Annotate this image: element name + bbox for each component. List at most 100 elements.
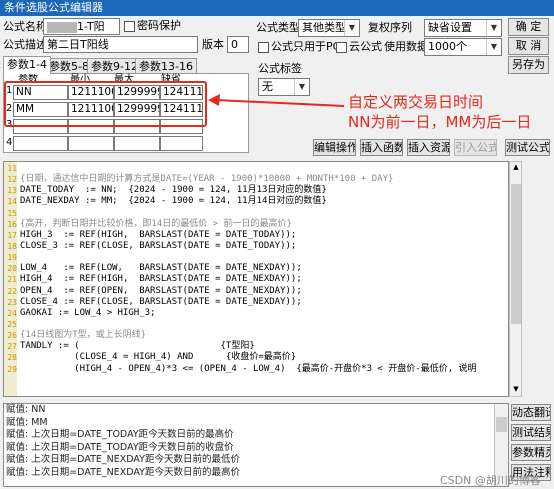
output-line: 赋值: 上次日期=DATE_TODAY距今天数日前的收盘价 (6, 441, 234, 453)
scroll-up-icon[interactable]: ▲ (511, 162, 521, 172)
tab-params-5-8[interactable]: 参数5-8 (45, 58, 93, 74)
code-line: 25 (4, 319, 508, 330)
code-text: TANDLY := ( {T型阳} (20, 341, 255, 352)
formula-type-select[interactable]: 其他类型 ▼ (298, 19, 360, 37)
line-number: 20 (7, 264, 17, 274)
annotation-highlight-box (4, 81, 207, 127)
line-number: 13 (7, 186, 17, 196)
line-number: 11 (7, 164, 17, 173)
translation-output: 赋值: NN 赋值: MM 赋值: 上次日期=DATE_TODAY距今天数日前的… (3, 403, 509, 487)
code-text: (HIGH_4 - OPEN_4)*3 <= (OPEN_4 - LOW_4) … (20, 363, 477, 374)
tab-params-1-4[interactable]: 参数1-4 (3, 56, 51, 74)
param-max-cell[interactable] (114, 136, 160, 151)
output-line: 赋值: 上次日期=DATE_NEXDAY距今天数日前的最高价 (6, 466, 240, 478)
output-line: 赋值: 上次日期=DATE_TODAY距今天数日前的最高价 (6, 429, 234, 441)
version-input[interactable]: 0 (227, 36, 249, 53)
insert-resource-button[interactable]: 插入资源 (407, 139, 450, 156)
code-line: 19 (4, 252, 508, 263)
annotation-arrow-icon (208, 94, 345, 107)
line-number: 15 (7, 208, 17, 218)
line-number: 19 (7, 253, 17, 263)
scrollbar-thumb[interactable] (496, 417, 507, 432)
code-text: {14日线图为T型，或上长阴线} (20, 330, 147, 341)
param-min-cell[interactable] (68, 136, 114, 151)
chevron-down-icon: ▼ (486, 20, 501, 36)
code-text: {高开，判断日期并比较价格，即14日的最低价 > 前一日的最高价} (20, 218, 292, 229)
ok-button[interactable]: 确 定 (508, 18, 549, 36)
code-text: HIGH_3 := REF(HIGH, BARSLAST(DATE = DATE… (20, 229, 297, 240)
insert-function-button[interactable]: 插入函数 (360, 139, 403, 156)
line-number: 18 (7, 241, 17, 251)
line-number: 26 (7, 331, 17, 341)
param-default-cell[interactable] (160, 136, 203, 151)
code-text: (CLOSE_4 = HIGH_4) AND {收盘价=最高价} (20, 352, 297, 363)
code-line: 22 OPEN_4 := REF(OPEN, BARSLAST(DATE = DA… (4, 286, 508, 297)
rights-select[interactable]: 缺省设置 ▼ (424, 19, 502, 37)
editor-scrollbar[interactable]: ▲ ▼ (509, 161, 522, 397)
test-result-button[interactable]: 测试结果 (511, 424, 551, 441)
cancel-button[interactable]: 取 消 (508, 37, 549, 55)
code-text: DATE_NEXDAY := MM; {2024 - 1900 = 124, 1… (20, 196, 327, 207)
line-number: 21 (7, 275, 17, 285)
code-line: 29 (HIGH_4 - OPEN_4)*3 <= (OPEN_4 - LOW_… (4, 364, 508, 375)
import-formula-button[interactable]: 引入公式 (454, 139, 497, 156)
code-line: 24 GAOKAI := LOW_4 > HIGH_3; (4, 308, 508, 319)
code-line: 23 CLOSE_4 := REF(CLOSE, BARSLAST(DATE = … (4, 297, 508, 308)
tab-params-9-12[interactable]: 参数9-12 (87, 58, 142, 74)
code-text: GAOKAI := LOW_4 > HIGH_3; (20, 307, 156, 318)
line-number: 25 (7, 319, 17, 329)
code-line: 27 TANDLY := ( {T型阳} (4, 341, 508, 352)
code-line: 28 (CLOSE_4 = HIGH_4) AND {收盘价=最高价} (4, 352, 508, 363)
pc-only-label: 公式只用于PC (271, 40, 341, 53)
tab-params-13-16[interactable]: 参数13-16 (135, 58, 197, 74)
line-number: 17 (7, 230, 17, 240)
code-line: 16 {高开，判断日期并比较价格，即14日的最低价 > 前一日的最高价} (4, 219, 508, 230)
scrollbar-thumb[interactable] (511, 184, 521, 324)
pc-only-checkbox[interactable] (258, 42, 269, 53)
code-text: LOW_4 := REF(LOW, BARSLAST(DATE = DATE_N… (20, 263, 302, 274)
cloud-checkbox[interactable] (336, 42, 347, 53)
output-line: 赋值: 上次日期=DATE_NEXDAY距今天数日前的最低价 (6, 454, 240, 466)
line-number: 22 (7, 286, 17, 296)
formula-desc-input[interactable]: 第二日T阳线 (43, 36, 198, 53)
code-lines: 11 12 {日期，通达信中日期的计算方式是DATE=(YEAR - 1900)*1… (4, 163, 508, 375)
line-number: 24 (7, 308, 17, 318)
param-wizard-button[interactable]: 参数精灵 (511, 444, 551, 461)
data-usage-label: 使用数据 (384, 40, 428, 53)
formula-tag-label: 公式标签 (258, 62, 302, 75)
code-line: 13 DATE_TODAY := NN; {2024 - 1900 = 124, … (4, 185, 508, 196)
code-line: 14 DATE_NEXDAY := MM; {2024 - 1900 = 124,… (4, 196, 508, 207)
scroll-down-icon[interactable]: ▼ (511, 384, 521, 394)
password-label: 密码保护 (137, 19, 181, 32)
line-number: 14 (7, 197, 17, 207)
code-text: {日期，通达信中日期的计算方式是DATE=(YEAR - 1900)*10000… (20, 174, 394, 185)
edit-ops-button[interactable]: 编辑操作 (313, 139, 356, 156)
test-formula-button[interactable]: 测试公式 (505, 139, 550, 156)
code-editor[interactable]: 11 12 {日期，通达信中日期的计算方式是DATE=(YEAR - 1900)*1… (3, 161, 509, 397)
code-line: 12 {日期，通达信中日期的计算方式是DATE=(YEAR - 1900)*100… (4, 174, 508, 185)
chevron-down-icon: ▼ (486, 39, 501, 55)
code-line: 11 (4, 163, 508, 174)
data-usage-select[interactable]: 1000个 ▼ (424, 38, 502, 56)
code-line: 20 LOW_4 := REF(LOW, BARSLAST(DATE = DATE… (4, 263, 508, 274)
code-line: 26 {14日线图为T型，或上长阴线} (4, 330, 508, 341)
code-text: DATE_TODAY := NN; {2024 - 1900 = 124, 11… (20, 185, 327, 196)
rights-label: 复权序列 (368, 21, 412, 34)
formula-name-input[interactable]: 1-T阳 (43, 18, 120, 35)
line-number: 16 (7, 219, 17, 229)
formula-name-label: 公式名称 (3, 20, 47, 33)
cloud-label: 云公式 (349, 40, 382, 53)
chevron-down-icon: ▼ (344, 20, 359, 36)
param-name-cell[interactable] (13, 136, 68, 151)
code-line: 17 HIGH_3 := REF(HIGH, BARSLAST(DATE = DA… (4, 230, 508, 241)
code-line: 15 (4, 208, 508, 219)
name-redaction (47, 21, 77, 33)
code-text: CLOSE_4 := REF(CLOSE, BARSLAST(DATE = DA… (20, 296, 302, 307)
annotation-line-2: NN为前一日，MM为后一日 (348, 113, 532, 131)
dynamic-translate-button[interactable]: 动态翻译 (511, 404, 551, 421)
save-as-button[interactable]: 另存为 (508, 56, 549, 74)
output-line: 赋值: MM (6, 416, 48, 428)
password-checkbox[interactable] (124, 21, 135, 32)
code-text: CLOSE_3 := REF(CLOSE, BARSLAST(DATE = DA… (20, 240, 297, 251)
annotation-line-1: 自定义两交易日时间 (348, 93, 484, 111)
